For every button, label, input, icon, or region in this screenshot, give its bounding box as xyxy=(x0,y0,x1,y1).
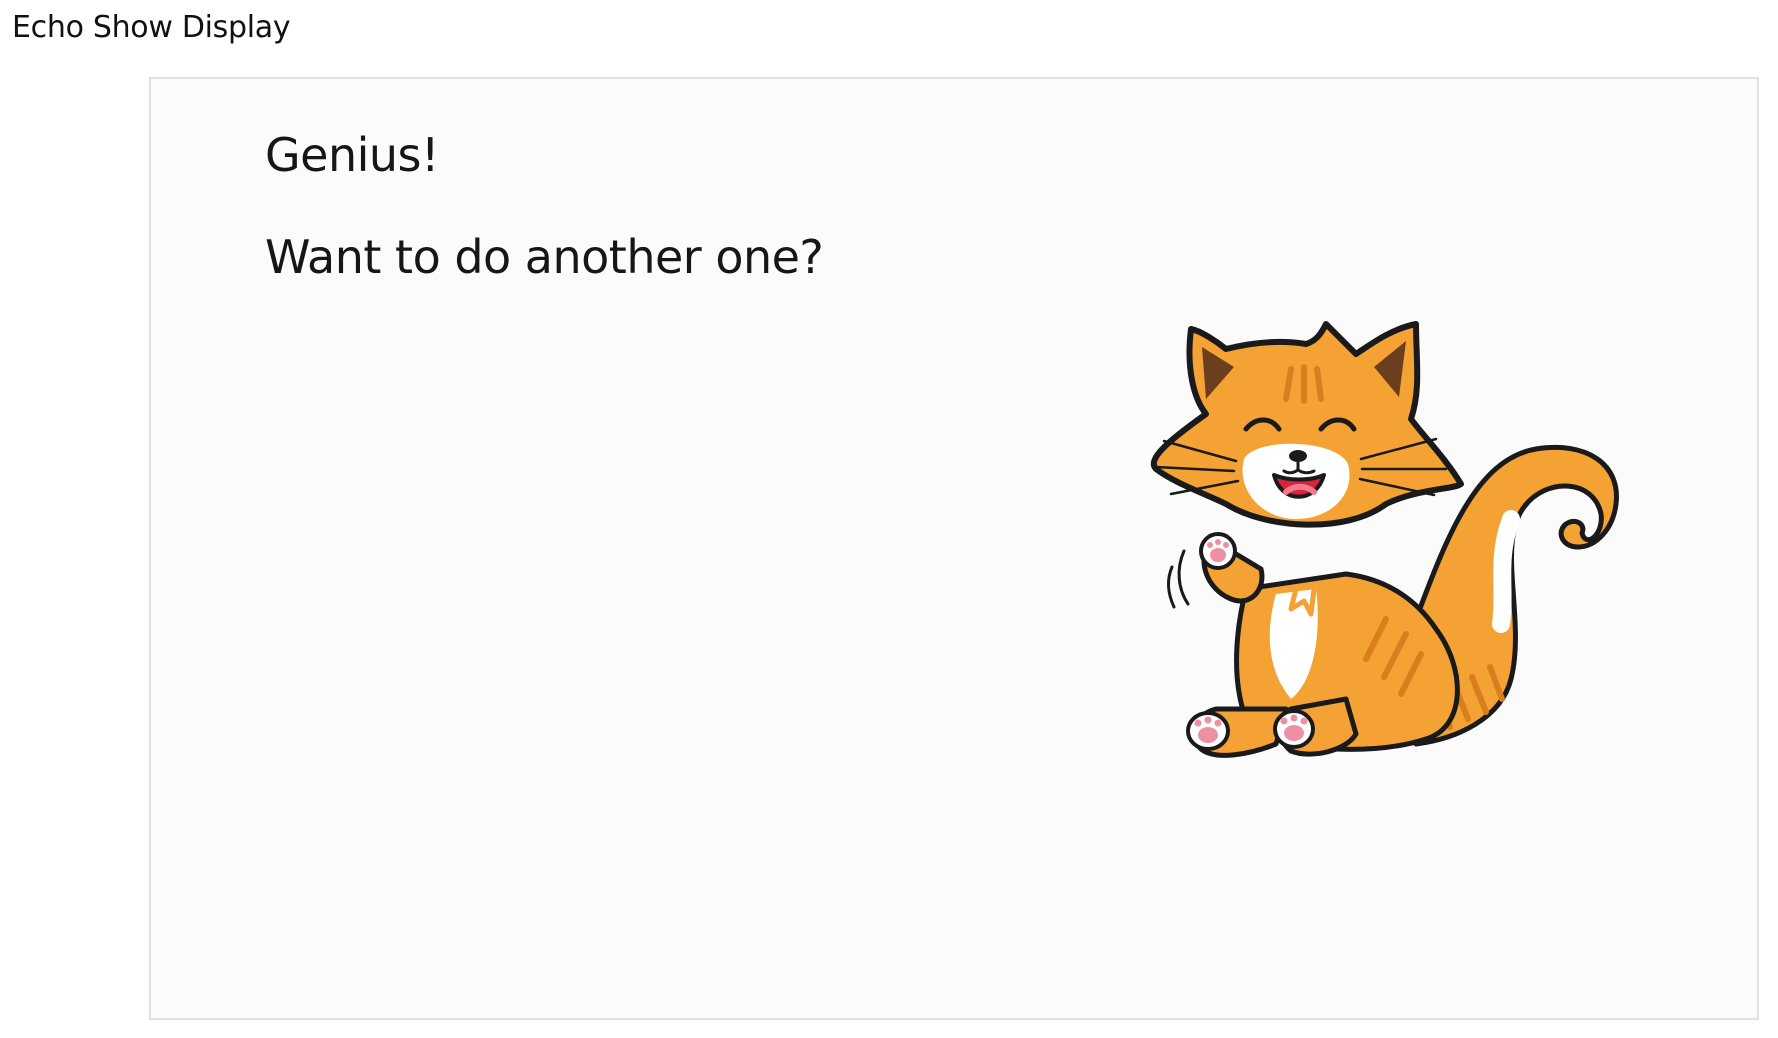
echo-show-screen: Genius! Want to do another one? xyxy=(149,77,1759,1020)
page-title: Echo Show Display xyxy=(12,10,291,45)
feedback-headline: Genius! xyxy=(265,128,439,182)
next-question-prompt: Want to do another one? xyxy=(265,230,824,284)
happy-cat-illustration xyxy=(1151,321,1619,758)
